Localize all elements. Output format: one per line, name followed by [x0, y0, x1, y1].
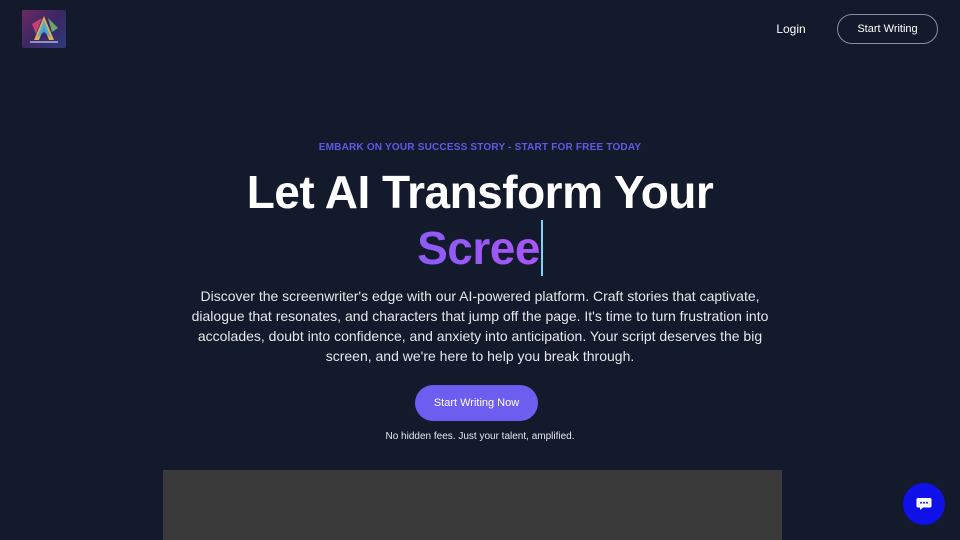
typing-caret	[540, 220, 543, 276]
start-writing-now-button[interactable]: Start Writing Now	[415, 385, 538, 421]
brand-logo-icon[interactable]	[22, 10, 66, 48]
media-preview-panel	[163, 470, 782, 540]
landing-page: Login Start Writing EMBARK ON YOUR SUCCE…	[0, 0, 960, 540]
start-writing-button[interactable]: Start Writing	[837, 14, 938, 44]
hero-headline: Let AI Transform Your	[246, 166, 714, 218]
hero-typed-line: Scree	[0, 220, 960, 276]
chat-widget-button[interactable]	[903, 483, 945, 525]
login-link[interactable]: Login	[763, 20, 819, 38]
hero-typed-text: Scree	[417, 222, 540, 274]
hero-eyebrow: EMBARK ON YOUR SUCCESS STORY - START FOR…	[318, 142, 642, 153]
chat-bubble-icon	[916, 498, 932, 510]
hero-description: Discover the screenwriter's edge with ou…	[191, 288, 769, 364]
hero-subnote: No hidden fees. Just your talent, amplif…	[385, 431, 575, 442]
